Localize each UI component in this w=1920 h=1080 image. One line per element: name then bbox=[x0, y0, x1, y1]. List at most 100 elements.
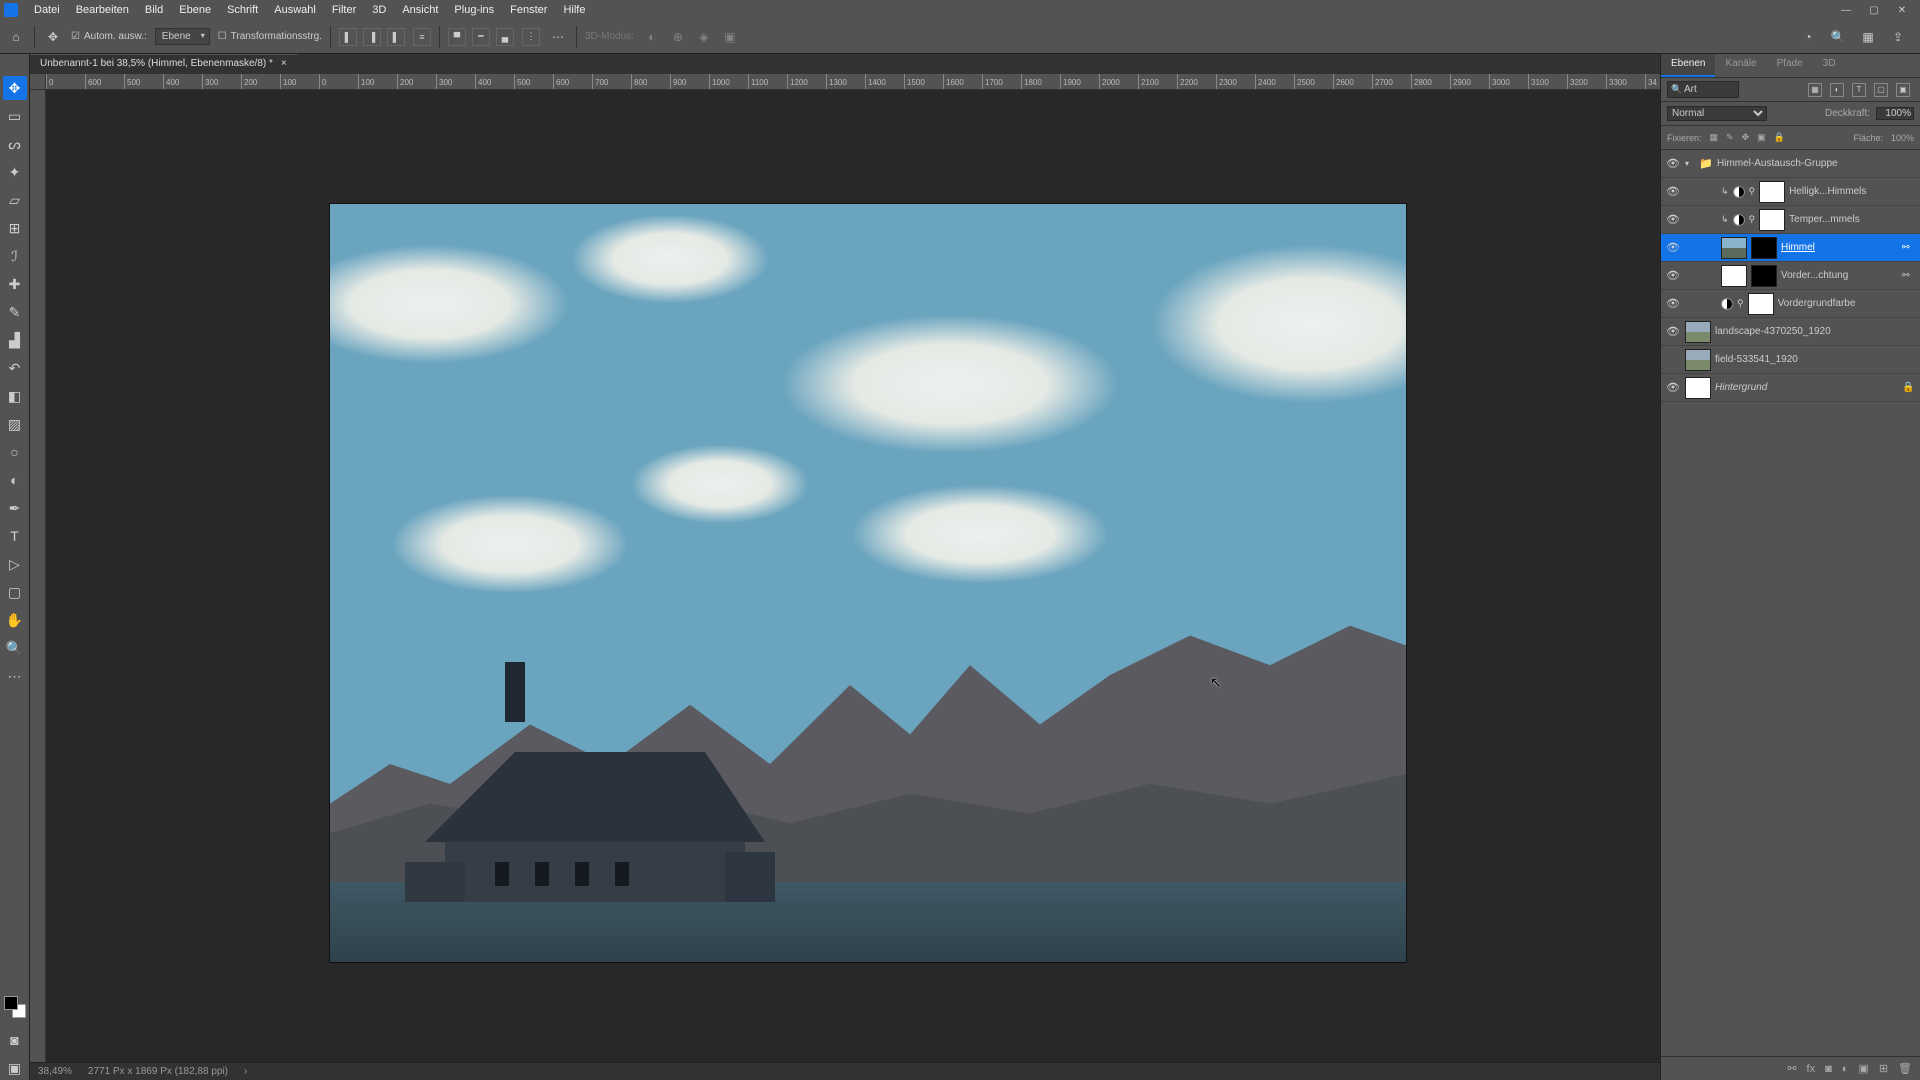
shape-tool[interactable]: ▢ bbox=[3, 580, 27, 604]
layer-row[interactable]: 👁 landscape-4370250_1920 bbox=[1661, 318, 1920, 346]
zoom-value[interactable]: 38,49% bbox=[38, 1066, 72, 1077]
lock-position-icon[interactable]: ✥ bbox=[1742, 132, 1750, 143]
doc-dimensions[interactable]: 2771 Px x 1869 Px (182,88 ppi) bbox=[88, 1066, 228, 1077]
layer-row-selected[interactable]: 👁 Himmel ⚯ bbox=[1661, 234, 1920, 262]
menu-layer[interactable]: Ebene bbox=[171, 0, 219, 20]
gradient-tool[interactable]: ▨ bbox=[3, 412, 27, 436]
close-button[interactable]: ✕ bbox=[1888, 0, 1916, 20]
layer-thumb[interactable] bbox=[1685, 349, 1711, 371]
layer-row[interactable]: 👁 ↳ ⚲ Temper...mmels bbox=[1661, 206, 1920, 234]
group-add-icon[interactable]: ▣ bbox=[1858, 1062, 1868, 1075]
link-icon[interactable]: ⚯ bbox=[1902, 270, 1916, 281]
visibility-icon[interactable]: 👁 bbox=[1665, 325, 1681, 338]
visibility-icon[interactable]: 👁 bbox=[1665, 297, 1681, 310]
layer-group[interactable]: 👁 ▾ 📁 Himmel-Austausch-Gruppe bbox=[1661, 150, 1920, 178]
menu-help[interactable]: Hilfe bbox=[555, 0, 593, 20]
lock-artboard-icon[interactable]: ▣ bbox=[1757, 132, 1766, 143]
trash-icon[interactable]: 🗑 bbox=[1898, 1062, 1912, 1075]
lasso-tool[interactable]: ᔕ bbox=[3, 132, 27, 156]
brush-tool[interactable]: ✎ bbox=[3, 300, 27, 324]
layer-thumb[interactable] bbox=[1685, 377, 1711, 399]
menu-file[interactable]: Datei bbox=[26, 0, 68, 20]
visibility-icon[interactable]: 👁 bbox=[1665, 213, 1681, 226]
minimize-button[interactable]: — bbox=[1832, 0, 1860, 20]
document-tab[interactable]: Unbenannt-1 bei 38,5% (Himmel, Ebenenmas… bbox=[30, 54, 297, 72]
cloud-icon[interactable]: ◔ bbox=[1798, 27, 1818, 47]
adjustment-add-icon[interactable]: ◐ bbox=[1842, 1063, 1849, 1075]
auto-select-check[interactable]: ☑ Autom. ausw.: bbox=[71, 31, 147, 42]
filter-smart-icon[interactable]: ▣ bbox=[1896, 83, 1910, 97]
transform-check[interactable]: ☐ Transformationsstrg. bbox=[218, 31, 322, 42]
canvas[interactable]: ↖ bbox=[330, 204, 1406, 962]
stamp-tool[interactable]: ▟ bbox=[3, 328, 27, 352]
align-top-icon[interactable]: ▀ bbox=[448, 28, 466, 46]
type-tool[interactable]: T bbox=[3, 524, 27, 548]
maximize-button[interactable]: ▢ bbox=[1860, 0, 1888, 20]
heal-tool[interactable]: ✚ bbox=[3, 272, 27, 296]
blend-mode-select[interactable]: Normal bbox=[1667, 106, 1767, 121]
tab-layers[interactable]: Ebenen bbox=[1661, 54, 1715, 77]
filter-adj-icon[interactable]: ◐ bbox=[1830, 83, 1844, 97]
layer-thumb[interactable] bbox=[1685, 321, 1711, 343]
frame-tool[interactable]: ⊞ bbox=[3, 216, 27, 240]
lock-pixels-icon[interactable]: ▦ bbox=[1710, 132, 1719, 143]
mask-thumb[interactable] bbox=[1748, 293, 1774, 315]
screenmode-icon[interactable]: ▣ bbox=[3, 1056, 27, 1080]
layer-row[interactable]: 👁 Hintergrund 🔒 bbox=[1661, 374, 1920, 402]
mask-thumb[interactable] bbox=[1751, 265, 1777, 287]
zoom-tool[interactable]: 🔍 bbox=[3, 636, 27, 660]
blur-tool[interactable]: ○ bbox=[3, 440, 27, 464]
link-icon[interactable]: ⚯ bbox=[1902, 242, 1916, 253]
visibility-icon[interactable]: 👁 bbox=[1665, 157, 1681, 170]
menu-edit[interactable]: Bearbeiten bbox=[68, 0, 137, 20]
visibility-icon[interactable]: 👁 bbox=[1665, 381, 1681, 394]
visibility-icon[interactable]: 👁 bbox=[1665, 269, 1681, 282]
align-left-icon[interactable]: ▌ bbox=[339, 28, 357, 46]
pen-tool[interactable]: ✒ bbox=[3, 496, 27, 520]
layer-thumb[interactable] bbox=[1721, 237, 1747, 259]
chevron-down-icon[interactable]: ▾ bbox=[1685, 159, 1695, 168]
align-bottom-icon[interactable]: ▄ bbox=[496, 28, 514, 46]
distribute-icon[interactable]: ≡ bbox=[413, 28, 431, 46]
align-middle-icon[interactable]: ━ bbox=[472, 28, 490, 46]
crop-tool[interactable]: ▱ bbox=[3, 188, 27, 212]
mask-add-icon[interactable]: ◙ bbox=[1825, 1063, 1832, 1075]
visibility-icon[interactable]: 👁 bbox=[1665, 241, 1681, 254]
visibility-icon[interactable]: 👁 bbox=[1665, 185, 1681, 198]
lock-all-icon[interactable]: 🔒 bbox=[1774, 132, 1785, 143]
lock-icon[interactable]: 🔒 bbox=[1902, 382, 1916, 393]
move-tool[interactable]: ✥ bbox=[3, 76, 27, 100]
layer-row[interactable]: 👁 Vorder...chtung ⚯ bbox=[1661, 262, 1920, 290]
path-tool[interactable]: ▷ bbox=[3, 552, 27, 576]
layer-row[interactable]: 👁 field-533541_1920 bbox=[1661, 346, 1920, 374]
dodge-tool[interactable]: ◐ bbox=[3, 468, 27, 492]
fx-icon[interactable]: fx bbox=[1807, 1063, 1816, 1075]
mask-thumb[interactable] bbox=[1759, 181, 1785, 203]
menu-image[interactable]: Bild bbox=[137, 0, 171, 20]
mask-thumb[interactable] bbox=[1751, 237, 1777, 259]
align-center-h-icon[interactable]: ▐ bbox=[363, 28, 381, 46]
more-status-icon[interactable]: › bbox=[244, 1066, 247, 1077]
menu-view[interactable]: Ansicht bbox=[394, 0, 446, 20]
mask-thumb[interactable] bbox=[1759, 209, 1785, 231]
more-icon[interactable]: ⋯ bbox=[548, 27, 568, 47]
marquee-tool[interactable]: ▭ bbox=[3, 104, 27, 128]
fill-value[interactable]: 100% bbox=[1891, 133, 1914, 143]
layer-row[interactable]: 👁 ⚲ Vordergrundfarbe bbox=[1661, 290, 1920, 318]
workspace-icon[interactable]: ▦ bbox=[1858, 27, 1878, 47]
tab-3d[interactable]: 3D bbox=[1813, 54, 1846, 77]
distribute-v-icon[interactable]: ⋮ bbox=[522, 28, 540, 46]
foreground-color[interactable] bbox=[4, 996, 18, 1010]
filter-shape-icon[interactable]: ▢ bbox=[1874, 83, 1888, 97]
quickmask-icon[interactable]: ◙ bbox=[3, 1028, 27, 1052]
eyedropper-tool[interactable]: ℐ bbox=[3, 244, 27, 268]
layer-row[interactable]: 👁 ↳ ⚲ Helligk...Himmels bbox=[1661, 178, 1920, 206]
menu-filter[interactable]: Filter bbox=[324, 0, 364, 20]
filter-type-icon[interactable]: T bbox=[1852, 83, 1866, 97]
align-right-icon[interactable]: ▌ bbox=[387, 28, 405, 46]
opacity-value[interactable]: 100% bbox=[1876, 107, 1914, 120]
link-layers-icon[interactable]: ⚯ bbox=[1787, 1062, 1796, 1075]
hand-tool[interactable]: ✋ bbox=[3, 608, 27, 632]
more-tools-icon[interactable]: ⋯ bbox=[3, 664, 27, 688]
eraser-tool[interactable]: ◧ bbox=[3, 384, 27, 408]
